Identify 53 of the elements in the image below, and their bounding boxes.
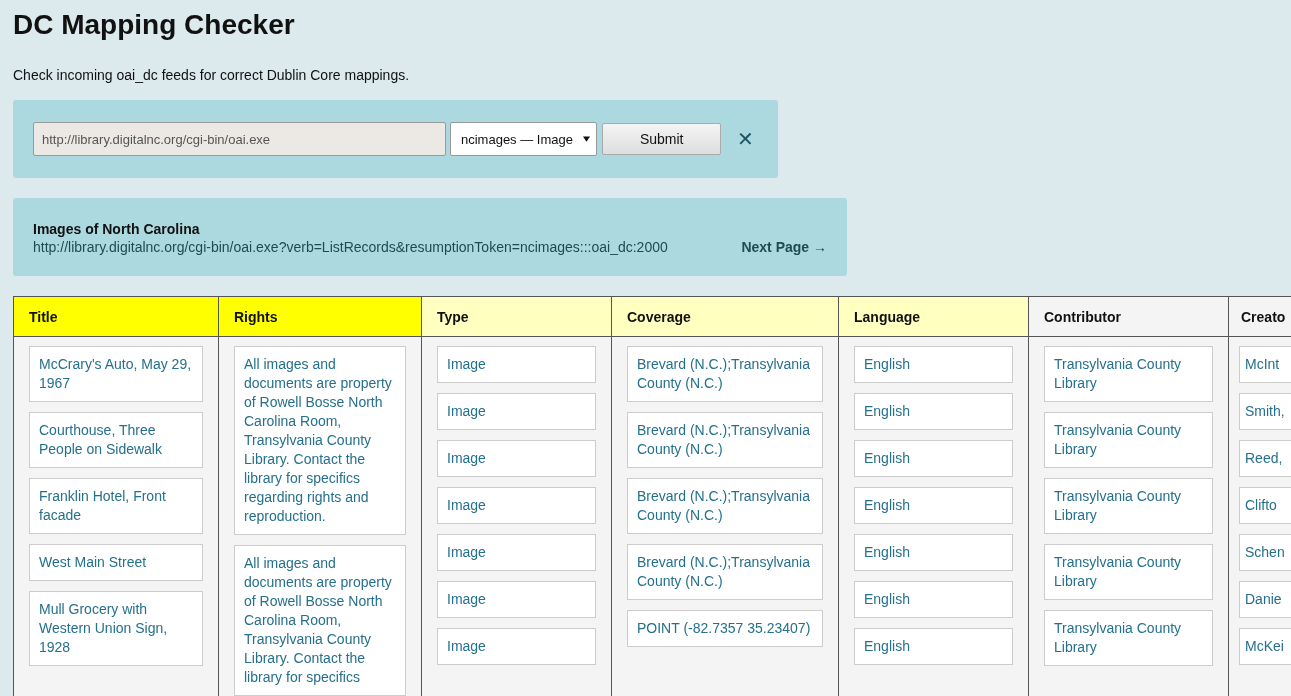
close-button[interactable]: ✕ [733,127,758,151]
value-card: Image [437,534,596,571]
value-card: Transylvania County Library [1044,544,1213,600]
value-card: Transylvania County Library [1044,478,1213,534]
value-card: Franklin Hotel, Front facade [29,478,203,534]
value-card: Image [437,393,596,430]
value-card: Brevard (N.C.);Transylvania County (N.C.) [627,346,823,402]
intro-text: Check incoming oai_dc feeds for correct Dublin Core mappings. [13,66,411,84]
caret-icon [583,136,591,142]
value-card: McInt [1239,346,1291,383]
value-card: English [854,628,1013,665]
value-card: Schen [1239,534,1291,571]
column-header: Type [422,297,611,337]
value-card: English [854,581,1013,618]
value-card: POINT (-82.7357 35.23407) [627,610,823,647]
value-card: English [854,440,1013,477]
value-card: Clifto [1239,487,1291,524]
column-header: Coverage [612,297,838,337]
value-card: Smith, [1239,393,1291,430]
feed-name: Images of North Carolina [33,220,201,238]
value-card: Brevard (N.C.);Transylvania County (N.C.) [627,412,823,468]
value-card: Reed, [1239,440,1291,477]
column-header: Title [14,297,218,337]
value-card: Brevard (N.C.);Transylvania County (N.C.) [627,478,823,534]
column-header: Rights [219,297,421,337]
value-card: Transylvania County Library [1044,346,1213,402]
value-card: English [854,393,1013,430]
value-card: McKei [1239,628,1291,665]
value-card: Brevard (N.C.);Transylvania County (N.C.) [627,544,823,600]
submit-button[interactable]: Submit [602,123,721,155]
value-card: All images and documents are property of Rowell Bosse North Carolina Room, Transylvania County Library. Contact the library for specifics regarding rights and reproduction. [234,346,406,535]
value-card: Image [437,346,596,383]
value-card: Mull Grocery with Western Union Sign, 1928 [29,591,203,666]
value-card: Image [437,581,596,618]
value-card: Courthouse, Three People on Sidewalk [29,412,203,468]
value-card: McCrary's Auto, May 29, 1967 [29,346,203,402]
value-card: All images and documents are property of Rowell Bosse North Carolina Room, Transylvania County Library. Contact the library for specifics [234,545,406,696]
value-card: English [854,487,1013,524]
value-card: Transylvania County Library [1044,610,1213,666]
url-field[interactable]: http://library.digitalnc.org/cgi-bin/oai.exe [33,122,446,156]
value-card: Transylvania County Library [1044,412,1213,468]
value-card: Danie [1239,581,1291,618]
value-card: Image [437,487,596,524]
column-header: Language [839,297,1028,337]
value-card: West Main Street [29,544,203,581]
value-card: Image [437,440,596,477]
page-title: DC Mapping Checker [13,8,296,42]
feed-url: http://library.digitalnc.org/cgi-bin/oai.exe?verb=ListRecords&resumptionToken=ncimages:::oai_dc:2000 [33,238,668,256]
set-dropdown[interactable]: ncimages — Image [449,122,598,156]
next-page-link[interactable]: Next Page → [741,238,827,256]
value-card: Image [437,628,596,665]
value-card: English [854,534,1013,571]
value-card: English [854,346,1013,383]
